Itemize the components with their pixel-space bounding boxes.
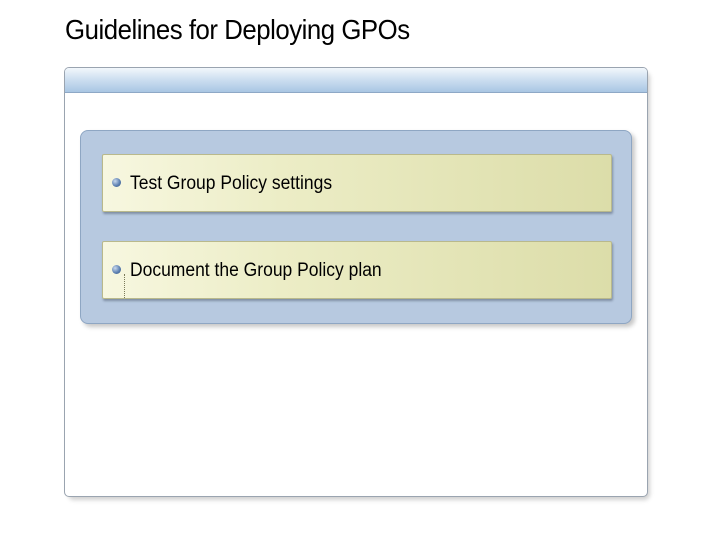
content-frame-header [65,68,647,93]
bullet-item: Test Group Policy settings [102,154,612,212]
slide: Guidelines for Deploying GPOs Test Group… [0,0,720,540]
slide-title: Guidelines for Deploying GPOs [65,14,410,45]
bullet-dot-icon [112,265,121,274]
bullet-dot-icon [112,178,121,187]
text-cursor-marker [124,274,126,298]
bullet-item-label: Test Group Policy settings [130,173,333,194]
bullet-item: Document the Group Policy plan [102,241,612,299]
bullet-item-label: Document the Group Policy plan [130,260,382,281]
